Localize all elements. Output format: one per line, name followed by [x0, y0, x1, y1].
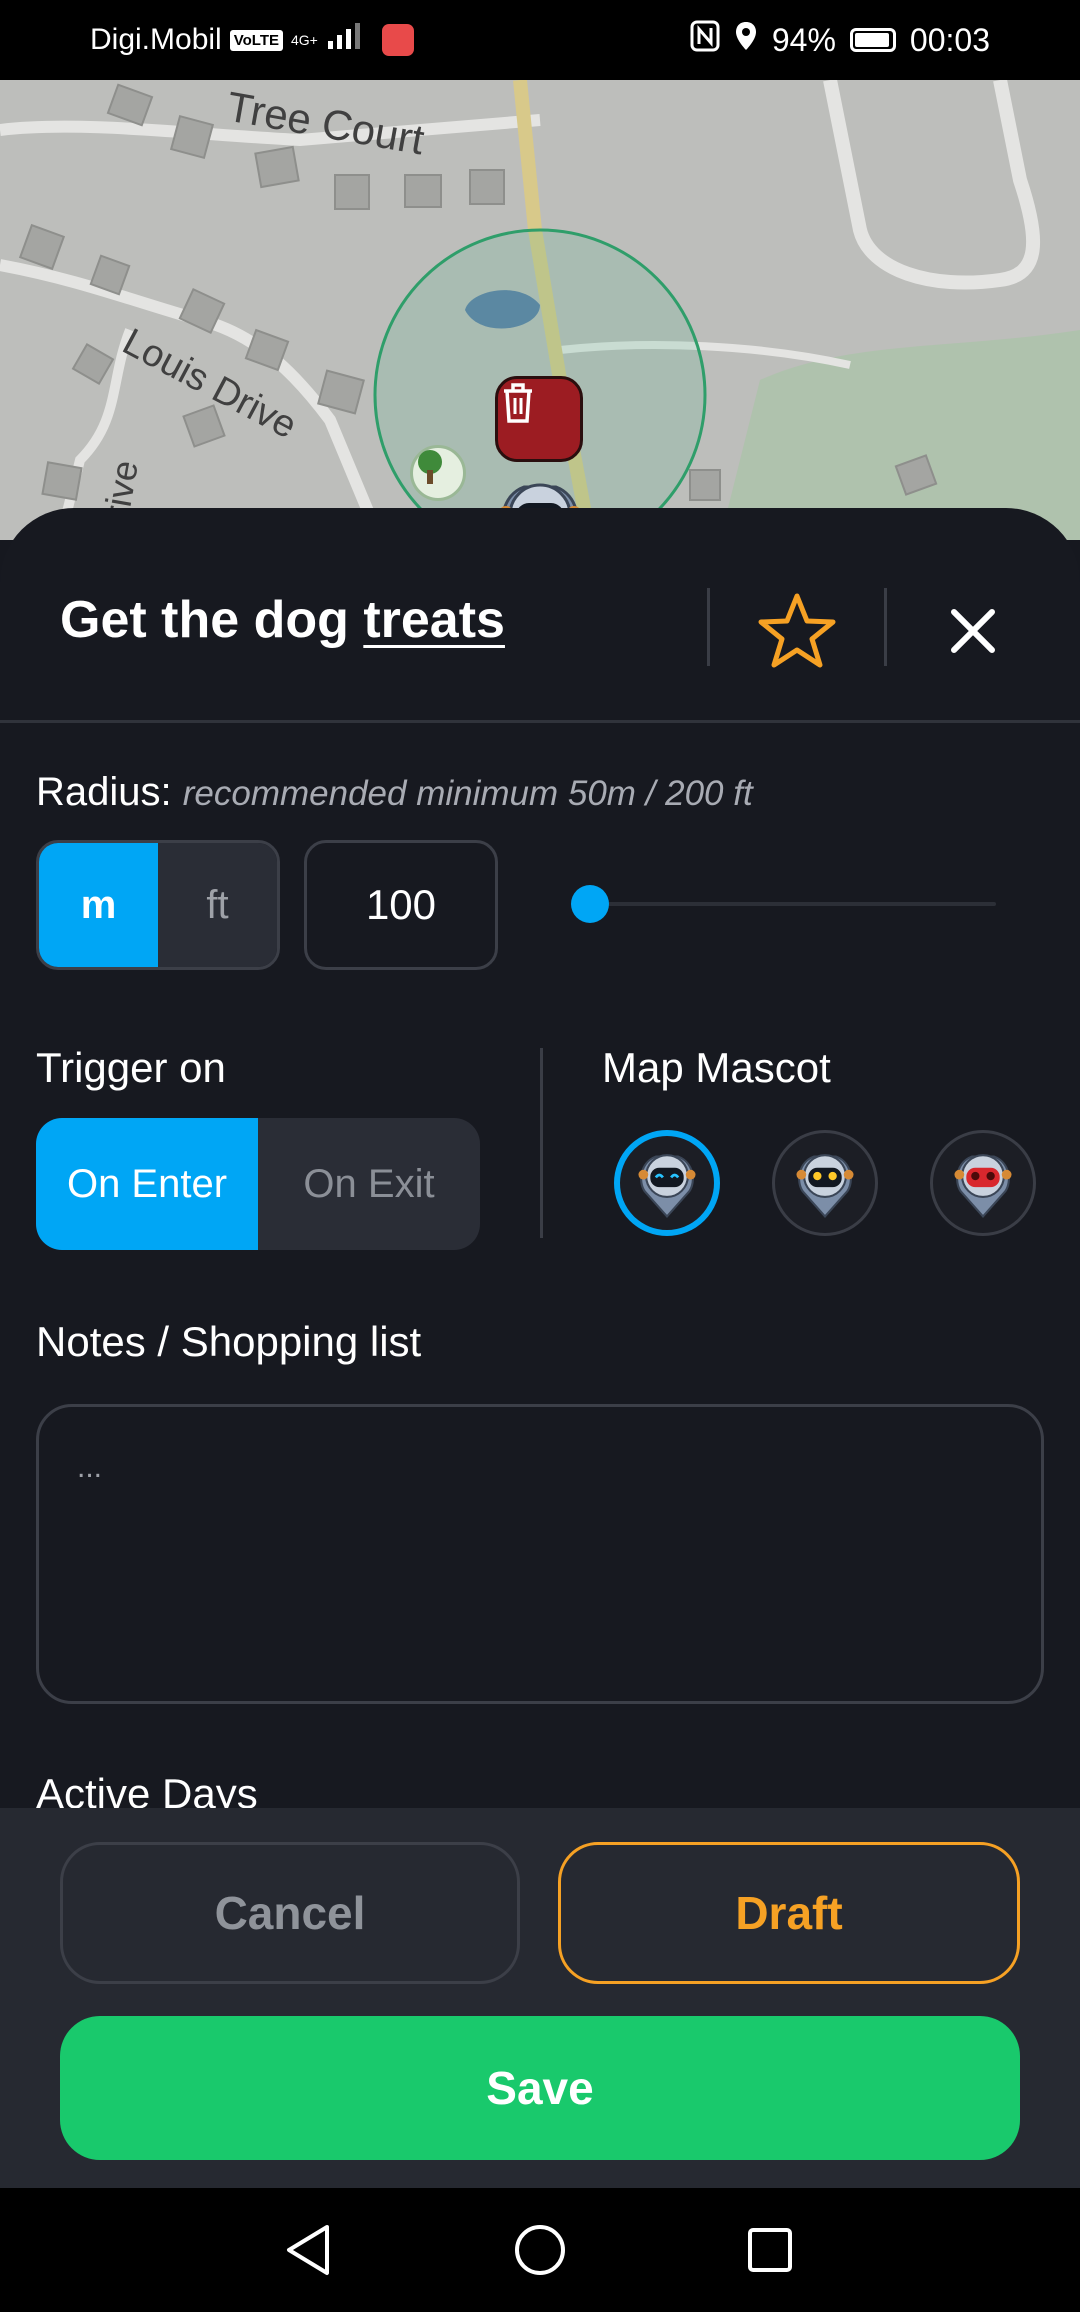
network-type: 4G+ — [291, 32, 318, 48]
star-icon — [758, 593, 836, 668]
radius-slider-track[interactable] — [590, 902, 996, 906]
map-background: Tree Court Louis Drive rive — [0, 80, 1080, 540]
section-divider — [540, 1048, 543, 1238]
status-bar: Digi.Mobil VoLTE 4G+ 94% 00:03 — [0, 0, 1080, 80]
app-notification-icon — [381, 24, 414, 56]
trash-icon — [504, 383, 532, 423]
carrier-name: Digi.Mobil — [90, 23, 222, 56]
cancel-button[interactable]: Cancel — [60, 1842, 520, 1984]
trigger-toggle: On Enter On Exit — [36, 1118, 480, 1250]
reminder-title[interactable]: Get the dog treats — [60, 590, 505, 650]
mascot-label: Map Mascot — [602, 1044, 831, 1091]
radius-slider-thumb[interactable] — [571, 885, 609, 923]
title-underlined-text: treats — [363, 591, 505, 649]
recents-square-icon — [748, 2228, 792, 2272]
notes-placeholder: ... — [77, 1451, 103, 1484]
mascot-red-icon — [954, 1154, 1012, 1218]
save-button[interactable]: Save — [60, 2016, 1020, 2160]
location-icon — [734, 20, 758, 60]
nfc-icon — [690, 20, 720, 60]
mascot-option-blue[interactable] — [614, 1130, 720, 1236]
header-separator — [0, 720, 1080, 723]
trigger-on-enter-option[interactable]: On Enter — [36, 1118, 258, 1250]
park-icon — [410, 445, 466, 501]
draft-button[interactable]: Draft — [558, 1842, 1020, 1984]
unit-toggle: m ft — [36, 840, 280, 970]
nav-recents-button[interactable] — [730, 2210, 810, 2290]
nav-back-button[interactable] — [268, 2210, 348, 2290]
radius-label: Radius: recommended minimum 50m / 200 ft — [36, 770, 753, 815]
action-footer: Cancel Draft Save — [0, 1808, 1080, 2188]
mascot-option-yellow[interactable] — [772, 1130, 878, 1236]
status-left: Digi.Mobil VoLTE 4G+ — [90, 0, 414, 80]
notes-textarea[interactable]: ... — [36, 1404, 1044, 1704]
battery-icon — [849, 28, 896, 52]
nav-home-button[interactable] — [500, 2210, 580, 2290]
radius-value-input[interactable]: 100 — [304, 840, 498, 970]
header-divider — [884, 588, 887, 666]
delete-geofence-button[interactable] — [495, 376, 583, 462]
back-triangle-icon — [287, 2225, 329, 2275]
unit-meters-option[interactable]: m — [39, 843, 158, 967]
trigger-on-exit-option[interactable]: On Exit — [258, 1118, 480, 1250]
clock: 00:03 — [909, 21, 990, 58]
volte-icon: VoLTE — [229, 29, 283, 51]
map-view[interactable]: Tree Court Louis Drive rive — [0, 80, 1080, 540]
signal-icon — [326, 21, 366, 59]
title-text: Get the dog — [60, 591, 364, 649]
system-nav-bar — [0, 2188, 1080, 2312]
edit-reminder-sheet: Get the dog treats Radius: recommended m… — [0, 508, 1080, 1888]
close-icon — [951, 609, 995, 653]
radius-label-text: Radius: — [36, 770, 172, 814]
status-right: 94% 00:03 — [690, 0, 990, 80]
notes-label: Notes / Shopping list — [36, 1318, 422, 1365]
close-button[interactable] — [928, 586, 1018, 676]
home-circle-icon — [515, 2225, 565, 2275]
battery-percent: 94% — [771, 21, 836, 58]
header-divider — [707, 588, 710, 666]
mascot-option-red[interactable] — [930, 1130, 1036, 1236]
unit-feet-option[interactable]: ft — [158, 843, 277, 967]
mascot-yellow-icon — [796, 1154, 854, 1218]
favorite-button[interactable] — [752, 586, 842, 676]
trigger-label: Trigger on — [36, 1044, 226, 1091]
radius-hint: recommended minimum 50m / 200 ft — [182, 774, 753, 813]
mascot-blue-icon — [638, 1154, 696, 1218]
